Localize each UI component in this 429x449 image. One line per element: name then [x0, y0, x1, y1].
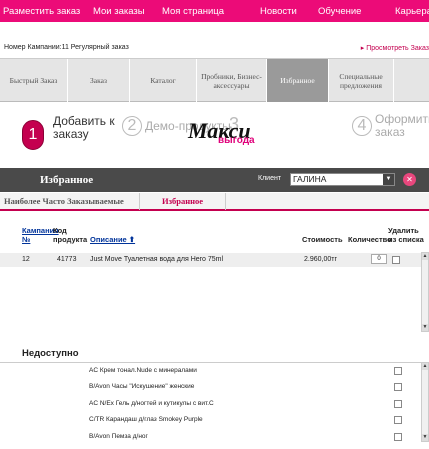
favorites-scrollbar[interactable]: ▲ ▼	[421, 252, 429, 332]
step-1-number: 1	[22, 120, 44, 150]
campaign-row: Номер Кампании:11 Регулярный заказ ▸ Про…	[0, 42, 429, 56]
step-4-number: 4	[352, 116, 372, 136]
nav-news[interactable]: Новости	[260, 6, 297, 17]
subtab-favorites[interactable]: Избранное	[162, 196, 203, 206]
row-code: 41773	[57, 256, 77, 263]
header-description[interactable]: Описание ⬆	[90, 235, 135, 244]
header-price: Стоимость	[302, 235, 343, 244]
favorites-title: Избранное	[40, 174, 94, 186]
favorites-subtabs: Наиболее Часто Заказываемые Избранное	[0, 193, 429, 211]
list-item: B/Avon Часы "Искушение" женские	[89, 383, 195, 390]
unavailable-list: AC Крем тонал.Nude с минералами B/Avon Ч…	[0, 362, 429, 449]
tab-favorites[interactable]: Избранное	[267, 59, 329, 102]
scroll-up-icon[interactable]: ▲	[422, 363, 428, 370]
list-item: AC Крем тонал.Nude с минералами	[89, 367, 197, 374]
order-steps: 1 Добавить к заказу 2 Демо-продукты 3 Ма…	[0, 104, 429, 162]
unavailable-checkbox[interactable]	[394, 367, 402, 375]
chevron-down-icon[interactable]: ▼	[383, 174, 394, 185]
unavailable-checkbox[interactable]	[394, 400, 402, 408]
unavailable-checkbox[interactable]	[394, 433, 402, 441]
nav-my-orders[interactable]: Мои заказы	[93, 6, 145, 17]
favorites-header: Избранное Клиент ГАЛИНА ▼ ✕	[0, 168, 429, 192]
header-remove: Удалить из списка	[388, 226, 424, 244]
nav-my-page[interactable]: Моя страница	[162, 6, 224, 17]
unavailable-scrollbar[interactable]: ▲ ▼	[421, 362, 429, 442]
campaign-label: Номер Кампании:11 Регулярный заказ	[4, 44, 129, 51]
client-select[interactable]: ГАЛИНА ▼	[290, 173, 395, 186]
view-order-link[interactable]: ▸ Просмотреть Заказ	[361, 44, 429, 52]
client-label: Клиент	[258, 175, 282, 182]
step-2-number: 2	[122, 116, 142, 136]
row-description: Just Move Туалетная вода для Него 75ml	[90, 256, 224, 263]
unavailable-checkbox[interactable]	[394, 383, 402, 391]
quantity-input[interactable]: 0	[371, 254, 387, 264]
tab-quick-order[interactable]: Быстрый Заказ	[0, 59, 68, 102]
list-item: C/TR Карандаш д/глаз Smokey Purple	[89, 416, 203, 423]
client-select-value: ГАЛИНА	[293, 174, 327, 184]
scroll-down-icon[interactable]: ▼	[422, 324, 428, 331]
scroll-up-icon[interactable]: ▲	[422, 253, 428, 260]
step-1-label[interactable]: Добавить к заказу	[53, 115, 123, 141]
row-price: 2.960,00тг	[304, 256, 338, 263]
nav-place-order[interactable]: Разместить заказ	[3, 6, 80, 17]
header-campaign[interactable]: Кампания №	[22, 226, 59, 244]
row-campaign: 12	[22, 256, 30, 263]
table-header: Кампания № Код продукта Описание ⬆ Стоим…	[0, 222, 429, 248]
unavailable-title: Недоступно	[22, 348, 79, 359]
step-4-label[interactable]: Оформить заказ	[375, 113, 429, 139]
table-row: 12 41773 Just Move Туалетная вода для Не…	[0, 253, 429, 267]
top-navigation: Разместить заказ Мои заказы Моя страница…	[0, 0, 429, 22]
tab-order[interactable]: Заказ	[68, 59, 130, 102]
tab-catalog[interactable]: Каталог	[130, 59, 197, 102]
remove-checkbox[interactable]	[392, 256, 400, 264]
tab-special-offers[interactable]: Специальные предложения	[329, 59, 394, 102]
list-item: B/Avon Пемза д/ног	[89, 433, 148, 440]
subtab-most-ordered[interactable]: Наиболее Часто Заказываемые	[4, 196, 124, 206]
list-item: AC N/Ex Гель д/ногтей и кутикулы с вит.С	[89, 400, 214, 407]
tab-samples[interactable]: Пробники, Бизнес-аксессуары	[197, 59, 267, 102]
maxi-brand-sub: выгода	[218, 135, 255, 146]
subtab-divider	[225, 193, 226, 210]
scroll-down-icon[interactable]: ▼	[422, 434, 428, 441]
nav-career[interactable]: Карьера	[395, 6, 429, 17]
order-tabs: Быстрый Заказ Заказ Каталог Пробники, Би…	[0, 58, 429, 102]
header-code: Код продукта	[53, 226, 88, 244]
nav-training[interactable]: Обучение	[318, 6, 361, 17]
unavailable-checkbox[interactable]	[394, 416, 402, 424]
close-icon[interactable]: ✕	[403, 173, 416, 186]
header-qty: Количество	[348, 235, 392, 244]
subtab-divider	[139, 193, 140, 210]
